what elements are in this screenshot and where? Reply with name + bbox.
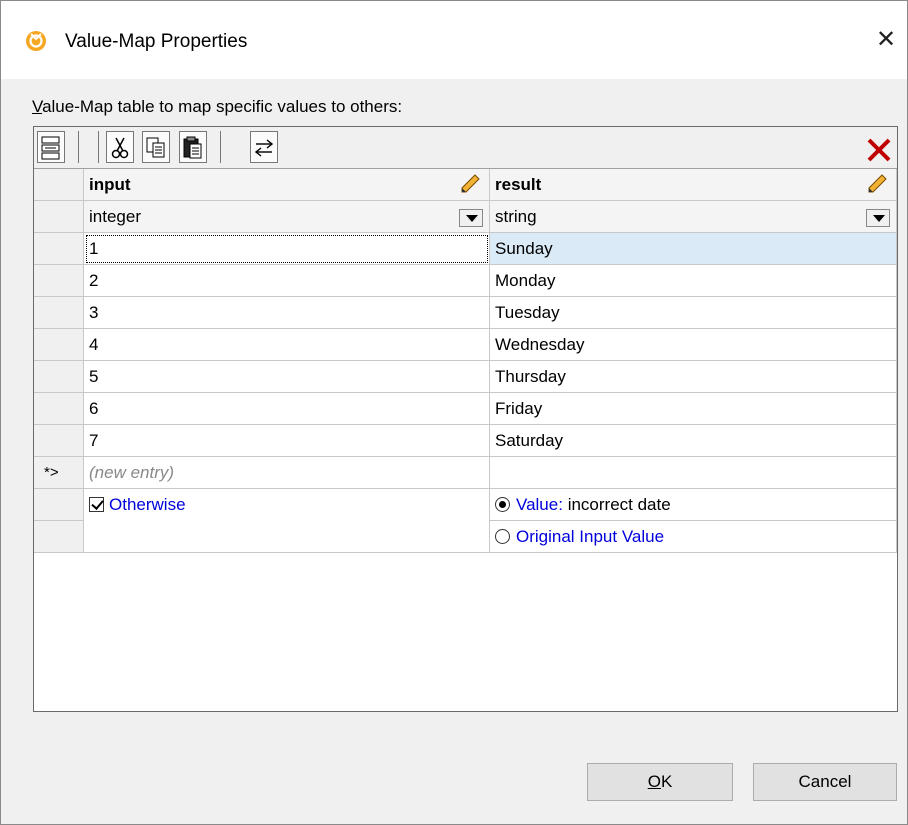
input-cell[interactable]: 7 [84,425,490,457]
ok-button[interactable]: OK [587,763,733,801]
app-logo-icon [26,31,46,51]
ok-label: K [660,772,673,791]
row-header[interactable] [34,425,84,457]
row-header[interactable] [34,361,84,393]
grid-toolbar [34,127,897,169]
delete-row-icon [867,138,891,162]
new-entry-result[interactable] [490,457,897,489]
result-type-value: string [495,207,537,226]
input-cell[interactable]: 3 [84,297,490,329]
close-icon: ✕ [875,26,897,53]
insert-row-button[interactable] [37,131,65,163]
original-option-label[interactable]: Original Input Value [516,527,664,546]
header-row: input result [34,169,897,201]
result-cell[interactable]: Monday [490,265,897,297]
input-cell[interactable]: 6 [84,393,490,425]
row-header-corner [34,169,84,201]
toolbar-separator [220,131,221,163]
table-row[interactable]: 7 Saturday [34,425,897,457]
otherwise-value[interactable]: incorrect date [568,495,671,514]
otherwise-row: Otherwise Value: incorrect date [34,489,897,521]
description-mnemonic: V [32,97,43,116]
toolbar-separator [78,131,79,163]
otherwise-empty-cell [84,521,490,553]
otherwise-label[interactable]: Otherwise [109,495,186,514]
input-cell[interactable]: 1 [84,233,490,265]
result-cell[interactable]: Friday [490,393,897,425]
copy-icon [146,137,165,158]
edit-pencil-icon[interactable] [866,173,888,195]
cut-icon [111,137,129,159]
new-entry-marker: *> [34,457,84,489]
result-cell[interactable]: Thursday [490,361,897,393]
table-row[interactable]: 2 Monday [34,265,897,297]
original-input-radio[interactable] [495,529,510,544]
insert-row-icon [41,136,60,160]
input-column-header[interactable]: input [84,169,490,201]
dialog-title: Value-Map Properties [65,31,248,52]
toolbar-separator [98,131,99,163]
edit-pencil-icon[interactable] [459,173,481,195]
paste-button[interactable] [179,131,207,163]
table-row[interactable]: 6 Friday [34,393,897,425]
input-type-select[interactable]: integer [84,201,490,233]
new-entry-row[interactable]: *> (new entry) [34,457,897,489]
result-column-header[interactable]: result [490,169,897,201]
result-cell[interactable]: Saturday [490,425,897,457]
input-cell[interactable]: 5 [84,361,490,393]
type-row: integer string [34,201,897,233]
table-description: Value-Map table to map specific values t… [32,96,402,118]
description-text: alue-Map table to map specific values to… [42,97,403,116]
table-row[interactable]: 5 Thursday [34,361,897,393]
new-entry-input[interactable]: (new entry) [84,457,490,489]
row-header[interactable] [34,233,84,265]
input-type-value: integer [89,207,141,226]
result-type-select[interactable]: string [490,201,897,233]
delete-row-button[interactable] [864,133,896,165]
table-row[interactable]: 3 Tuesday [34,297,897,329]
value-option-cell[interactable]: Value: incorrect date [490,489,897,521]
value-map-grid: input result integer string 1 Sunday 2 M… [33,126,898,712]
input-column-label: input [89,175,131,194]
row-header[interactable] [34,393,84,425]
cut-button[interactable] [106,131,134,163]
value-map-dialog: Value-Map Properties ✕ Value-Map table t… [0,0,908,825]
otherwise-row: Original Input Value [34,521,897,553]
value-option-label[interactable]: Value: [516,495,563,514]
result-column-label: result [495,175,542,194]
value-radio[interactable] [495,497,510,512]
result-cell[interactable]: Tuesday [490,297,897,329]
result-cell[interactable]: Sunday [490,233,897,265]
table-row[interactable]: 4 Wednesday [34,329,897,361]
row-header[interactable] [34,297,84,329]
original-option-cell[interactable]: Original Input Value [490,521,897,553]
otherwise-checkbox-cell[interactable]: Otherwise [84,489,490,521]
otherwise-checkbox[interactable] [89,497,104,512]
dropdown-arrow-icon[interactable] [459,209,483,227]
title-bar: Value-Map Properties ✕ [1,1,907,79]
row-header [34,489,84,521]
row-header[interactable] [34,265,84,297]
cancel-button[interactable]: Cancel [753,763,897,801]
result-cell[interactable]: Wednesday [490,329,897,361]
close-button[interactable]: ✕ [869,25,903,59]
row-header[interactable] [34,329,84,361]
copy-button[interactable] [142,131,170,163]
input-cell[interactable]: 2 [84,265,490,297]
row-header [34,521,84,553]
input-cell[interactable]: 4 [84,329,490,361]
swap-columns-button[interactable] [250,131,278,163]
ok-mnemonic: O [647,772,661,791]
row-header [34,201,84,233]
swap-columns-icon [254,139,274,157]
table-row[interactable]: 1 Sunday [34,233,897,265]
dropdown-arrow-icon[interactable] [866,209,890,227]
paste-icon [183,136,202,159]
